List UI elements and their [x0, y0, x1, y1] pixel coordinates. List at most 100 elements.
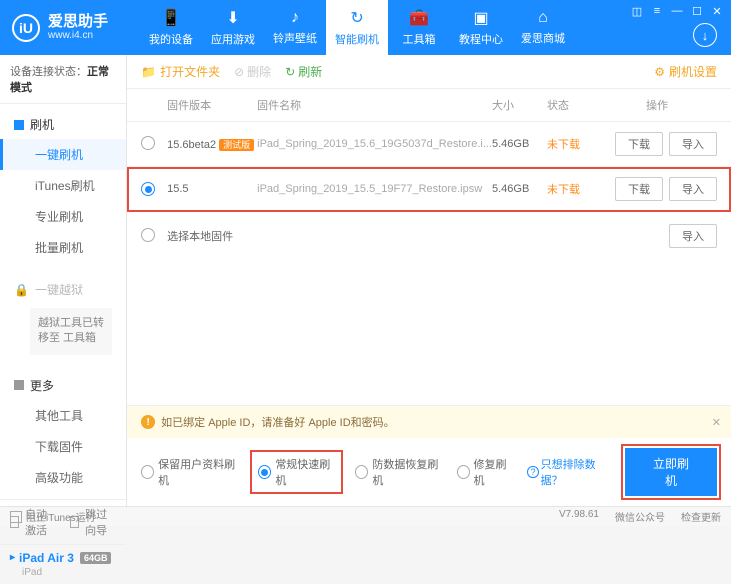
sidebar-item-iTunes刷机[interactable]: iTunes刷机: [0, 170, 126, 201]
th-version: 固件版本: [167, 97, 257, 113]
th-ops: 操作: [597, 97, 717, 113]
download-manager-button[interactable]: ↓: [693, 23, 717, 47]
row-version: 15.6beta2测试版: [167, 138, 257, 151]
row-name: iPad_Spring_2019_15.6_19G5037d_Restore.i…: [257, 138, 492, 150]
info-icon: ?: [527, 466, 538, 478]
refresh-button[interactable]: ↻刷新: [285, 63, 322, 80]
sidebar-item-其他工具[interactable]: 其他工具: [0, 400, 126, 431]
exclude-data-link[interactable]: ?只想排除数据？: [527, 456, 610, 488]
open-folder-button[interactable]: 📁打开文件夹: [141, 63, 220, 80]
option-radio[interactable]: [457, 465, 470, 479]
download-button[interactable]: 下载: [615, 177, 663, 201]
nav-教程中心[interactable]: ▣教程中心: [450, 0, 512, 55]
menu-icon[interactable]: ≡: [649, 4, 665, 18]
menu-head-jailbreak: 🔒一键越狱: [0, 275, 126, 304]
nav-label: 爱思商城: [521, 30, 565, 46]
nav-icon: ↻: [350, 8, 363, 28]
close-icon[interactable]: ✕: [709, 4, 725, 18]
sidebar: 设备连接状态：正常模式 刷机 一键刷机iTunes刷机专业刷机批量刷机 🔒一键越…: [0, 55, 127, 506]
nav-label: 应用游戏: [211, 31, 255, 47]
block-itunes-label: 阻止iTunes运行: [26, 509, 96, 524]
flash-now-button[interactable]: 立即刷机: [625, 448, 717, 496]
row-size: 5.46GB: [492, 138, 547, 150]
flash-option-3[interactable]: 修复刷机: [457, 456, 514, 488]
square-icon: [14, 380, 24, 390]
sidebar-item-专业刷机[interactable]: 专业刷机: [0, 201, 126, 232]
th-name: 固件名称: [257, 97, 492, 113]
block-itunes-option[interactable]: 阻止iTunes运行: [10, 509, 96, 524]
option-radio[interactable]: [258, 465, 271, 479]
flash-option-0[interactable]: 保留用户资料刷机: [141, 456, 238, 488]
nav-工具箱[interactable]: 🧰 工具箱: [388, 0, 450, 55]
nav-智能刷机[interactable]: ↻ 智能刷机: [326, 0, 388, 55]
title-bar: iU 爱思助手 www.i4.cn 📱我的设备⬇应用游戏♪铃声壁纸↻智能刷机🧰工…: [0, 0, 731, 55]
menu-head-label: 刷机: [30, 116, 54, 133]
nav-icon: 📱: [161, 8, 181, 28]
nav-icon: ♪: [291, 9, 299, 27]
jailbreak-moved-note: 越狱工具已转移至 工具箱: [30, 308, 112, 355]
row-version: 15.5: [167, 183, 257, 195]
device-info[interactable]: iPad Air 364GB iPad: [0, 544, 126, 584]
menu-head-flash[interactable]: 刷机: [0, 110, 126, 139]
nav-我的设备[interactable]: 📱 我的设备: [140, 0, 202, 55]
nav-应用游戏[interactable]: ⬇应用游戏: [202, 0, 264, 55]
link-text: 只想排除数据？: [541, 456, 611, 488]
import-button[interactable]: 导入: [669, 177, 717, 201]
gear-icon: ⚙: [654, 65, 665, 79]
flash-option-1[interactable]: 常规快速刷机: [252, 452, 341, 492]
flash-option-2[interactable]: 防数据恢复刷机: [355, 456, 442, 488]
device-capacity: 64GB: [80, 552, 112, 564]
sidebar-item-批量刷机[interactable]: 批量刷机: [0, 232, 126, 263]
sidebar-item-高级功能[interactable]: 高级功能: [0, 462, 126, 493]
firmware-row[interactable]: 15.6beta2测试版iPad_Spring_2019_15.6_19G503…: [127, 122, 731, 167]
nav-label: 我的设备: [149, 31, 193, 47]
device-type: iPad: [10, 567, 116, 578]
minimize-icon[interactable]: —: [669, 4, 685, 18]
row-status: 未下载: [547, 181, 597, 197]
firmware-row[interactable]: 15.5iPad_Spring_2019_15.5_19F77_Restore.…: [127, 167, 731, 212]
option-radio[interactable]: [141, 465, 154, 479]
conn-label: 设备连接状态：: [10, 66, 87, 78]
flash-options: 保留用户资料刷机常规快速刷机防数据恢复刷机修复刷机?只想排除数据？立即刷机: [127, 438, 731, 506]
nav-label: 铃声壁纸: [273, 30, 317, 46]
lock-icon: 🔒: [14, 283, 29, 297]
delete-button: ⊘删除: [234, 63, 271, 80]
option-label: 修复刷机: [474, 456, 514, 488]
import-button[interactable]: 导入: [669, 224, 717, 248]
toolbar: 📁打开文件夹 ⊘删除 ↻刷新 ⚙ 刷机设置: [127, 55, 731, 89]
wechat-link[interactable]: 微信公众号: [615, 509, 665, 524]
warning-banner: ! 如已绑定 Apple ID，请准备好 Apple ID和密码。 ✕: [127, 406, 731, 438]
close-warning-button[interactable]: ✕: [712, 416, 721, 429]
sidebar-item-一键刷机[interactable]: 一键刷机: [0, 139, 126, 170]
check-update-link[interactable]: 检查更新: [681, 509, 721, 524]
maximize-icon[interactable]: ☐: [689, 4, 705, 18]
row-radio[interactable]: [141, 182, 155, 196]
settings-label: 刷机设置: [669, 63, 717, 80]
nav-爱思商城[interactable]: ⌂ 爱思商城: [512, 0, 574, 55]
nav-icon: 🧰: [409, 8, 429, 28]
option-label: 保留用户资料刷机: [158, 456, 238, 488]
nav-label: 工具箱: [403, 31, 436, 47]
local-firmware-row: 选择本地固件 导入: [127, 212, 731, 260]
nav-icon: ⌂: [538, 9, 548, 27]
square-icon: [14, 120, 24, 130]
row-radio[interactable]: [141, 136, 155, 150]
nav-icon: ▣: [473, 8, 488, 28]
connection-status: 设备连接状态：正常模式: [0, 55, 126, 104]
warning-icon: !: [141, 415, 155, 429]
warning-text: 如已绑定 Apple ID，请准备好 Apple ID和密码。: [161, 414, 395, 430]
download-button[interactable]: 下载: [615, 132, 663, 156]
sidebar-item-下载固件[interactable]: 下载固件: [0, 431, 126, 462]
block-itunes-checkbox[interactable]: [10, 511, 22, 523]
delete-label: 删除: [247, 63, 271, 80]
nav-label: 智能刷机: [335, 31, 379, 47]
nav-铃声壁纸[interactable]: ♪ 铃声壁纸: [264, 0, 326, 55]
flash-settings-button[interactable]: ⚙ 刷机设置: [654, 63, 717, 80]
refresh-icon: ↻: [285, 65, 295, 79]
import-button[interactable]: 导入: [669, 132, 717, 156]
local-radio[interactable]: [141, 228, 155, 242]
wallet-icon[interactable]: ◫: [629, 4, 645, 18]
option-label: 常规快速刷机: [275, 456, 335, 488]
menu-head-more[interactable]: 更多: [0, 371, 126, 400]
option-radio[interactable]: [355, 465, 368, 479]
